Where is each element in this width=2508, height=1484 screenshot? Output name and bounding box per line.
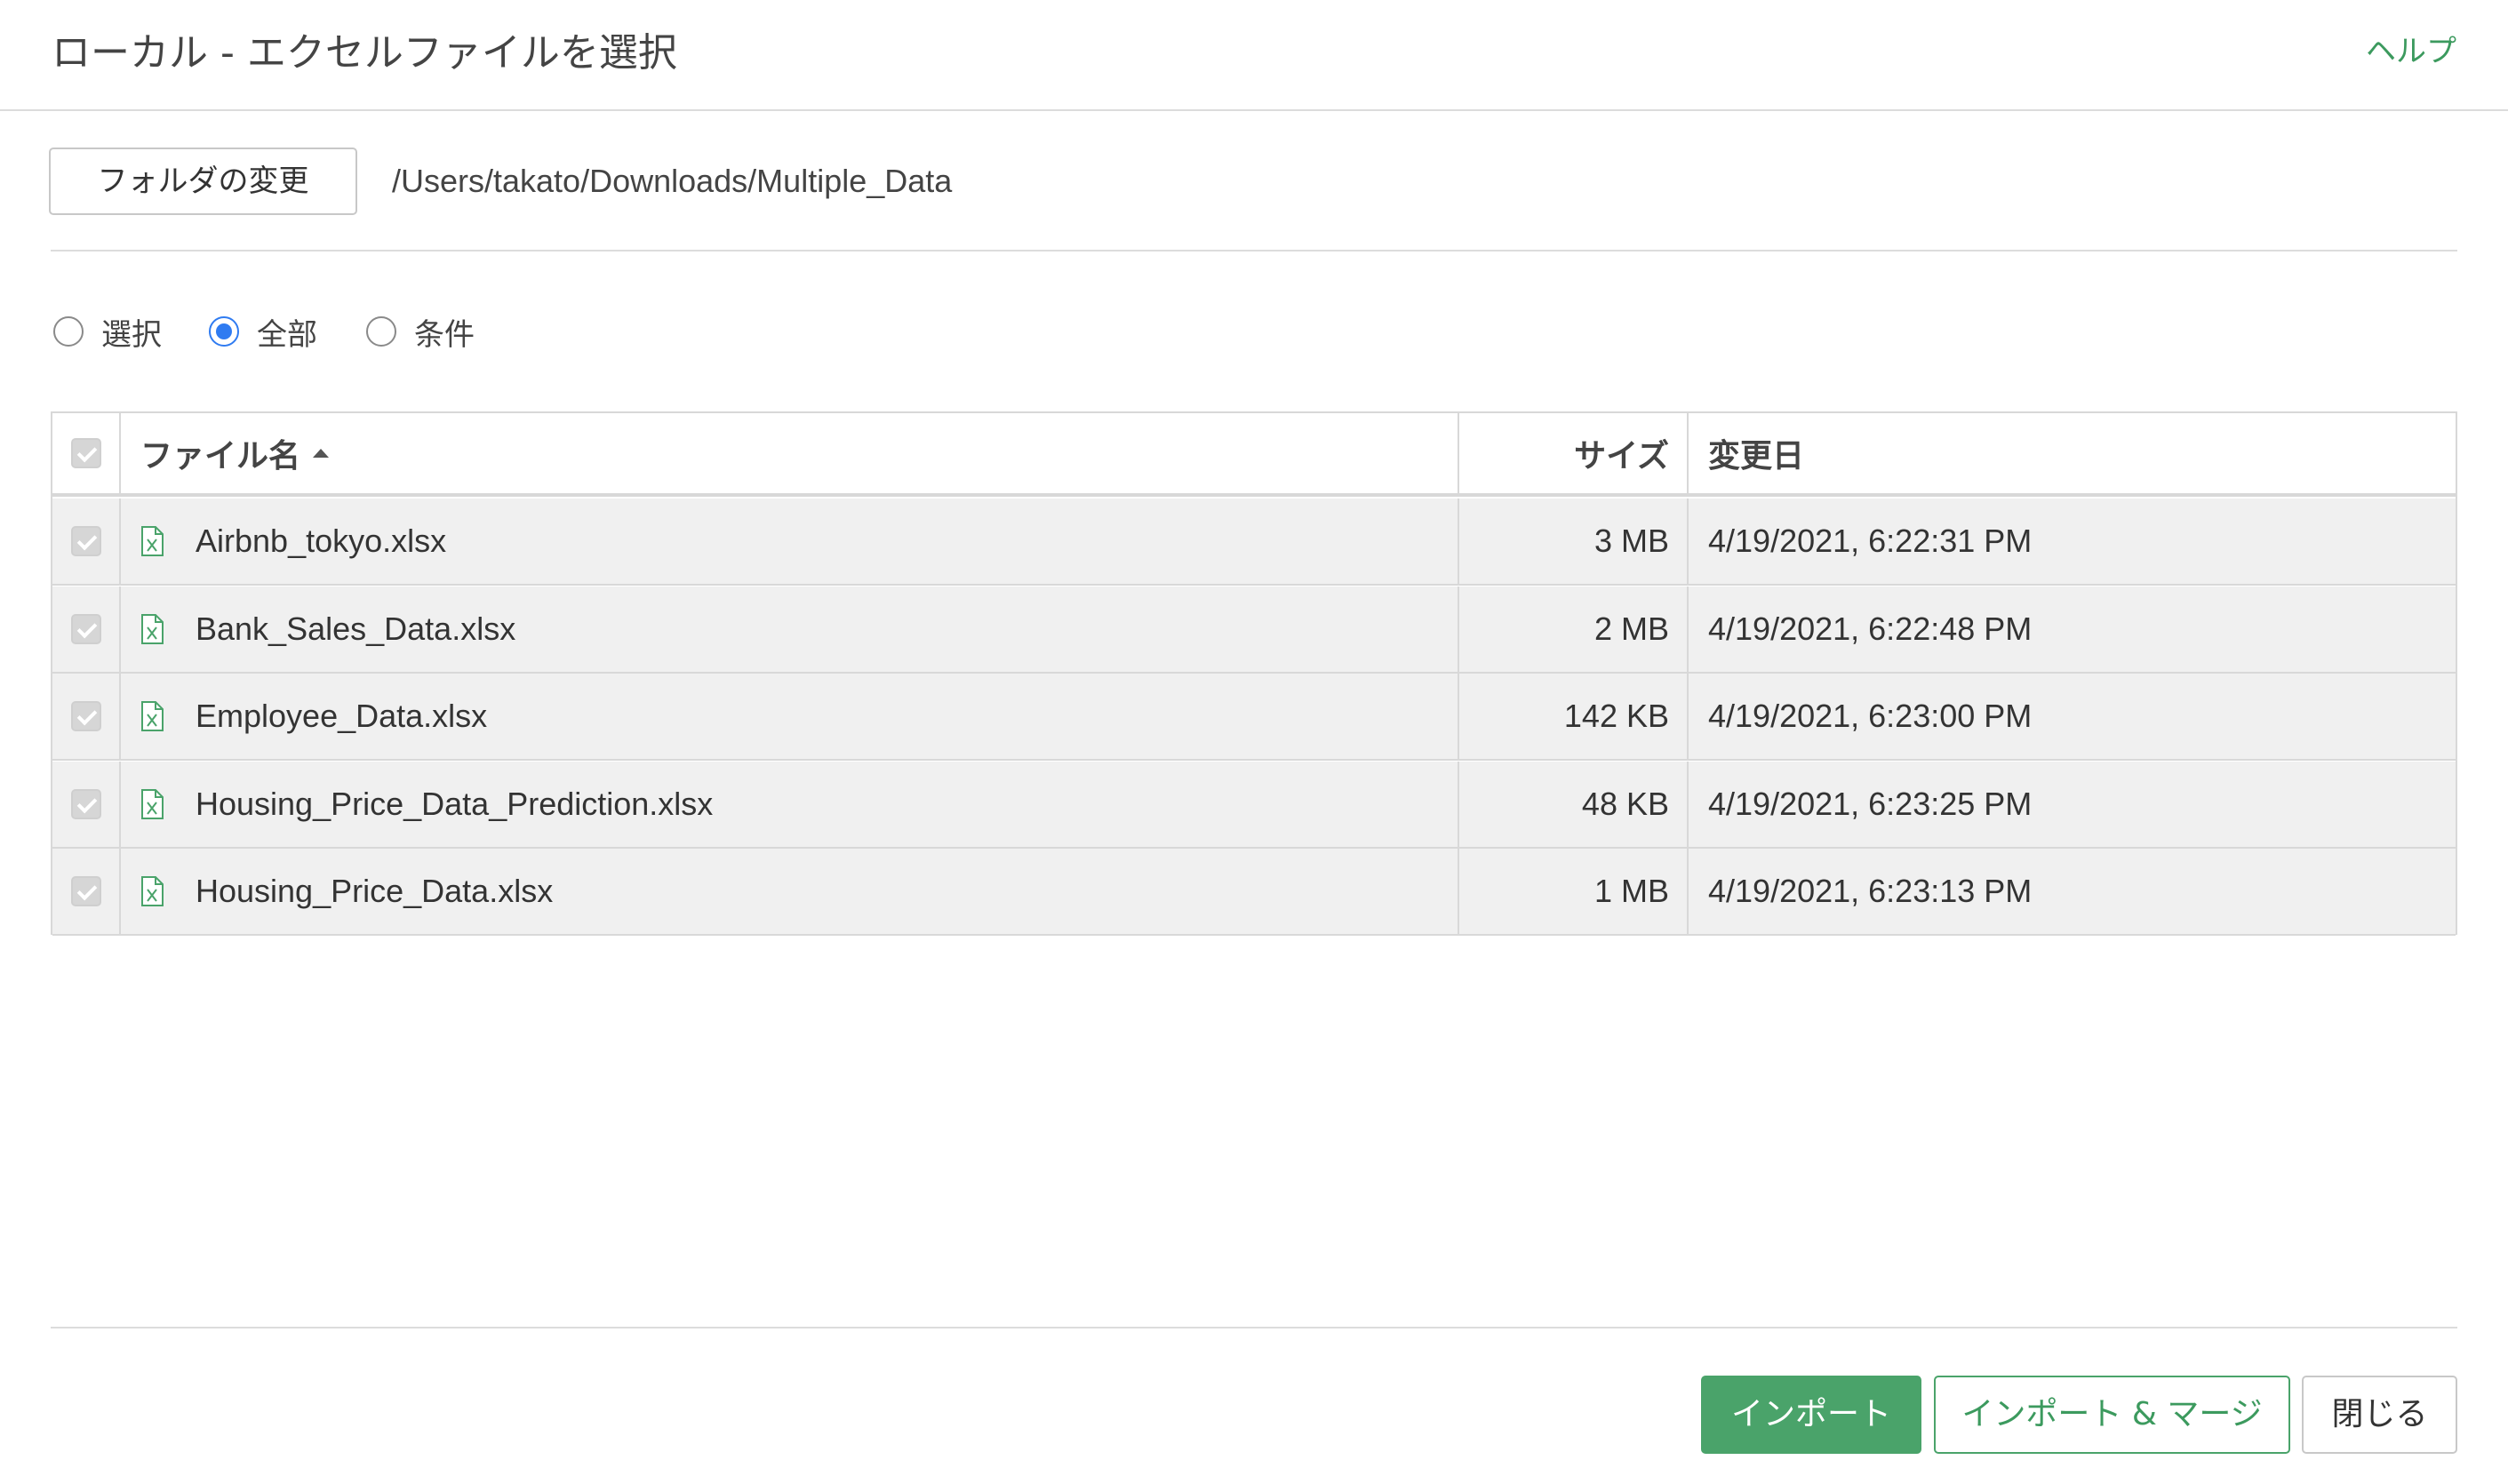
column-header-modified[interactable]: 変更日: [1689, 413, 2456, 493]
dialog-title: ローカル - エクセルファイルを選択: [52, 30, 677, 76]
file-name: Housing_Price_Data_Prediction.xlsx: [196, 785, 714, 822]
file-name: Employee_Data.xlsx: [196, 698, 488, 734]
row-checkbox[interactable]: [70, 526, 101, 556]
file-modified-cell: 4/19/2021, 6:22:31 PM: [1689, 499, 2456, 584]
row-check-cell: [52, 499, 121, 584]
table-header: ファイル名 サイズ 変更日: [52, 413, 2456, 497]
row-check-cell: [52, 761, 121, 847]
file-size-cell: 48 KB: [1459, 761, 1689, 847]
radio-button[interactable]: [53, 316, 84, 347]
row-check-cell: [52, 674, 121, 759]
file-size: 142 KB: [1563, 698, 1669, 734]
column-header-name[interactable]: ファイル名: [121, 413, 1459, 493]
table-row[interactable]: Housing_Price_Data.xlsx 1 MB 4/19/2021, 6:…: [52, 849, 2456, 936]
folder-path: /Users/takato/Downloads/Multiple_Data: [392, 163, 953, 199]
dialog-header: ローカル - エクセルファイルを選択 ヘルプ: [0, 0, 2508, 111]
file-size-cell: 2 MB: [1459, 586, 1689, 672]
select-all-cell: [52, 413, 121, 493]
column-label: 変更日: [1708, 438, 1805, 475]
excel-file-dialog: ローカル - エクセルファイルを選択 ヘルプ フォルダの変更 /Users/ta…: [0, 0, 2508, 1484]
file-modified-cell: 4/19/2021, 6:23:25 PM: [1689, 762, 2456, 847]
row-check-cell: [52, 849, 121, 934]
file-name-cell: Bank_Sales_Data.xlsx: [121, 586, 1459, 672]
radio-label: 選択: [101, 316, 162, 353]
file-modified-cell: 4/19/2021, 6:23:13 PM: [1689, 849, 2456, 934]
row-checkbox[interactable]: [70, 701, 101, 731]
radio-label: 全部: [257, 316, 317, 353]
radio-button[interactable]: [366, 316, 396, 347]
row-checkbox[interactable]: [70, 613, 101, 644]
divider: [51, 1327, 2457, 1328]
row-checkbox[interactable]: [70, 876, 101, 906]
file-modified: 4/19/2021, 6:23:00 PM: [1708, 698, 2033, 734]
excel-file-icon: [140, 526, 164, 556]
divider: [51, 250, 2457, 251]
import-merge-button[interactable]: インポート & マージ: [1934, 1376, 2290, 1454]
column-header-size[interactable]: サイズ: [1459, 413, 1689, 493]
row-check-cell: [52, 586, 121, 672]
column-label: サイズ: [1574, 438, 1669, 475]
radio-label: 条件: [414, 316, 475, 353]
import-button[interactable]: インポート: [1701, 1376, 1921, 1454]
help-link[interactable]: ヘルプ: [2366, 30, 2456, 73]
column-label: ファイル名: [140, 438, 301, 475]
file-size: 1 MB: [1593, 873, 1669, 909]
file-table: ファイル名 サイズ 変更日 Airbnb_tokyo.xlsx 3 MB 4/19/…: [51, 411, 2457, 936]
file-name: Bank_Sales_Data.xlsx: [196, 610, 516, 647]
file-size-cell: 142 KB: [1459, 674, 1689, 759]
file-size-cell: 3 MB: [1459, 499, 1689, 584]
radio-option-condition[interactable]: 条件: [366, 309, 475, 354]
row-checkbox[interactable]: [70, 788, 101, 819]
excel-file-icon: [140, 701, 164, 731]
file-name-cell: Airbnb_tokyo.xlsx: [121, 499, 1459, 584]
file-modified-cell: 4/19/2021, 6:22:48 PM: [1689, 586, 2456, 672]
table-row[interactable]: Employee_Data.xlsx 142 KB 4/19/2021, 6:23:…: [52, 674, 2456, 761]
radio-option-all[interactable]: 全部: [209, 309, 317, 354]
file-size: 2 MB: [1593, 610, 1669, 647]
file-size: 3 MB: [1593, 523, 1669, 559]
file-modified: 4/19/2021, 6:23:25 PM: [1708, 785, 2033, 822]
table-row[interactable]: Airbnb_tokyo.xlsx 3 MB 4/19/2021, 6:22:31 …: [52, 499, 2456, 586]
file-name-cell: Employee_Data.xlsx: [121, 674, 1459, 759]
file-name-cell: Housing_Price_Data_Prediction.xlsx: [121, 761, 1459, 847]
table-row[interactable]: Bank_Sales_Data.xlsx 2 MB 4/19/2021, 6:22:…: [52, 586, 2456, 674]
radio-option-select[interactable]: 選択: [53, 309, 162, 354]
file-modified: 4/19/2021, 6:22:48 PM: [1708, 610, 2033, 647]
select-all-checkbox[interactable]: [70, 438, 101, 468]
close-button[interactable]: 閉じる: [2302, 1376, 2457, 1454]
file-name: Housing_Price_Data.xlsx: [196, 873, 554, 909]
sort-ascending-icon: [313, 449, 330, 458]
table-row[interactable]: Housing_Price_Data_Prediction.xlsx 48 KB 4…: [52, 761, 2456, 849]
file-modified: 4/19/2021, 6:23:13 PM: [1708, 873, 2033, 909]
file-size-cell: 1 MB: [1459, 849, 1689, 934]
change-folder-button[interactable]: フォルダの変更: [49, 148, 357, 215]
excel-file-icon: [140, 876, 164, 906]
excel-file-icon: [140, 613, 164, 644]
file-size: 48 KB: [1581, 785, 1669, 822]
file-name: Airbnb_tokyo.xlsx: [196, 523, 447, 559]
file-modified-cell: 4/19/2021, 6:23:00 PM: [1689, 674, 2456, 759]
file-name-cell: Housing_Price_Data.xlsx: [121, 849, 1459, 934]
radio-button[interactable]: [209, 316, 239, 347]
excel-file-icon: [140, 788, 164, 819]
file-modified: 4/19/2021, 6:22:31 PM: [1708, 523, 2033, 559]
